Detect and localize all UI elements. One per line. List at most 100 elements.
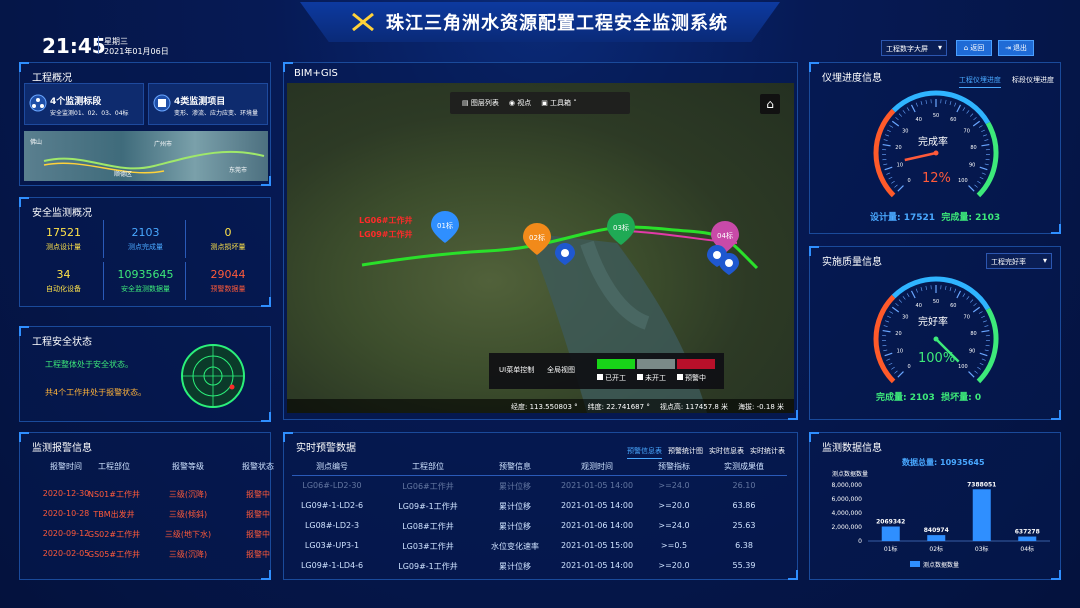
dashboard: 珠江三角洲水资源配置工程安全监测系统 21:45 星期三 2021年01月06日… [0,0,1080,608]
table-cell[interactable]: 三级(地下水) [158,529,218,540]
table-cell[interactable]: TBM出发井 [84,509,144,520]
panel-title: BIM+GIS [294,68,338,79]
svg-text:60: 60 [950,117,956,123]
toolbox-button[interactable]: ▣ 工具箱 ˄ [541,98,577,108]
legend-checkbox[interactable]: 预警中 [677,373,706,383]
well-label[interactable]: LG06#工作井 [359,215,413,226]
map-label: 佛山 [30,139,43,146]
bar[interactable] [972,489,991,541]
table-cell[interactable]: >=20.0 [644,501,704,510]
home-icon: ⌂ [766,97,774,111]
table-cell[interactable]: LG09#-1-LD4-6 [292,561,372,570]
back-button[interactable]: ⌂ 返回 [956,40,992,56]
y-tick-label: 0 [858,538,862,545]
stat-card: 10935645 安全监测数据量 [106,262,186,300]
table-cell[interactable]: 累计位移 [480,561,550,572]
x-tick-label: 02标 [929,545,943,553]
table-cell[interactable]: LG06#-LD2-30 [292,481,372,490]
table-cell[interactable]: 三级(沉降) [158,549,218,560]
legend-checkbox[interactable]: 未开工 [637,373,666,383]
table-cell[interactable]: LG06#工作井 [376,481,480,492]
tab-segment-progress[interactable]: 标段仪埋进度 [1012,75,1054,87]
table-cell[interactable]: 2021-01-06 14:00 [550,521,644,530]
panel-title: 仪埋进度信息 [822,73,882,84]
divider [98,36,99,54]
svg-text:20: 20 [895,145,901,151]
height-label: 视点高: [659,403,684,411]
tab-realtime[interactable]: 实时统计表 [750,446,785,458]
global-view-button[interactable]: 全局视图 [547,365,575,375]
exit-button[interactable]: ⇥ 退出 [998,40,1034,56]
well-label[interactable]: LG09#工作井 [359,229,413,240]
tab-realtime[interactable]: 实时信息表 [709,446,744,458]
legend-swatch [677,359,715,369]
table-cell[interactable]: 累计位移 [480,481,550,492]
table-cell[interactable]: 累计位移 [480,521,550,532]
svg-text:30: 30 [902,129,908,135]
table-cell[interactable]: 6.38 [704,541,784,550]
segments-card: 4个监测标段 安全监测01、02、03、04标 [24,83,144,125]
y-tick-label: 8,000,000 [831,482,862,489]
layers-button[interactable]: ▤ 图层列表 [462,98,499,108]
site-pin-icon[interactable] [555,243,575,265]
table-cell[interactable]: >=0.5 [644,541,704,550]
table-cell[interactable]: LG09#-1工作井 [376,501,480,512]
table-cell[interactable]: 报警中 [228,489,288,500]
site-pin-icon[interactable] [719,253,739,275]
svg-text:100: 100 [958,178,968,184]
table-cell[interactable]: 2021-01-05 15:00 [550,541,644,550]
table-cell[interactable]: LG09#-1-LD2-6 [292,501,372,510]
quality-select[interactable]: 工程完好率 [986,253,1052,269]
table-cell[interactable]: >=24.0 [644,521,704,530]
table-cell[interactable]: 三级(沉降) [158,489,218,500]
table-cell[interactable]: 报警中 [228,529,288,540]
table-cell[interactable]: GS05#工作井 [84,549,144,560]
table-cell[interactable]: 25.63 [704,521,784,530]
table-cell[interactable]: LG08#工作井 [376,521,480,532]
header-divider [292,475,787,476]
tab-realtime[interactable]: 预警信息表 [627,446,662,459]
stat-label: 安全监测数据量 [121,285,170,293]
done-count: 2103 [909,393,935,403]
segment-pin[interactable]: 03标 [607,213,635,245]
table-cell[interactable]: LG08#-LD2-3 [292,521,372,530]
table-cell[interactable]: 累计位移 [480,501,550,512]
legend-checkbox[interactable]: 已开工 [597,373,626,383]
table-cell[interactable]: 55.39 [704,561,784,570]
table-cell[interactable]: LG03#-UP3-1 [292,541,372,550]
bar[interactable] [1018,536,1037,541]
gis-map[interactable]: LG06#工作井 LG09#工作井 01标 02标 03标 04标 ▤ 图层列表 ◉ … [287,83,794,413]
svg-text:70: 70 [964,129,970,135]
screen-select[interactable]: 工程数字大屏 [881,40,947,56]
table-cell[interactable]: 26.10 [704,481,784,490]
table-cell[interactable]: 水位变化速率 [480,541,550,552]
table-cell[interactable]: 2021-01-05 14:00 [550,561,644,570]
bad-count: 0 [974,393,982,403]
table-cell[interactable]: LG09#-1工作井 [376,561,480,572]
segment-pin[interactable]: 02标 [523,223,551,255]
segment-pin[interactable]: 01标 [431,211,459,243]
segments-count: 4个监测标段 [50,97,102,107]
bar[interactable] [927,535,946,541]
table-cell[interactable]: LG03#工作井 [376,541,480,552]
table-cell[interactable]: 63.86 [704,501,784,510]
lon-value: 113.550803 ° [529,403,578,411]
overview-map[interactable]: 佛山 顺德区 广州市 东莞市 [24,131,268,181]
table-cell[interactable]: 2021-01-05 14:00 [550,501,644,510]
legend-label[interactable]: 测点数据数量 [923,561,959,569]
bar[interactable] [881,526,900,541]
table-cell[interactable]: 报警中 [228,549,288,560]
stat-card: 0 测点损坏量 [188,220,268,258]
table-cell[interactable]: GS02#工作井 [84,529,144,540]
table-cell[interactable]: >=24.0 [644,481,704,490]
tab-realtime[interactable]: 预警统计图 [668,446,703,458]
table-cell[interactable]: 报警中 [228,509,288,520]
table-cell[interactable]: 三级(倾斜) [158,509,218,520]
map-home-button[interactable]: ⌂ [760,94,780,114]
viewpoint-button[interactable]: ◉ 视点 [509,98,531,108]
table-cell[interactable]: >=20.0 [644,561,704,570]
table-cell[interactable]: NS01#工作井 [84,489,144,500]
table-header: 观测时间 [581,462,613,471]
table-cell[interactable]: 2021-01-05 14:00 [550,481,644,490]
progress-summary: 设计量: 17521 完成量: 2103 [870,213,1001,223]
